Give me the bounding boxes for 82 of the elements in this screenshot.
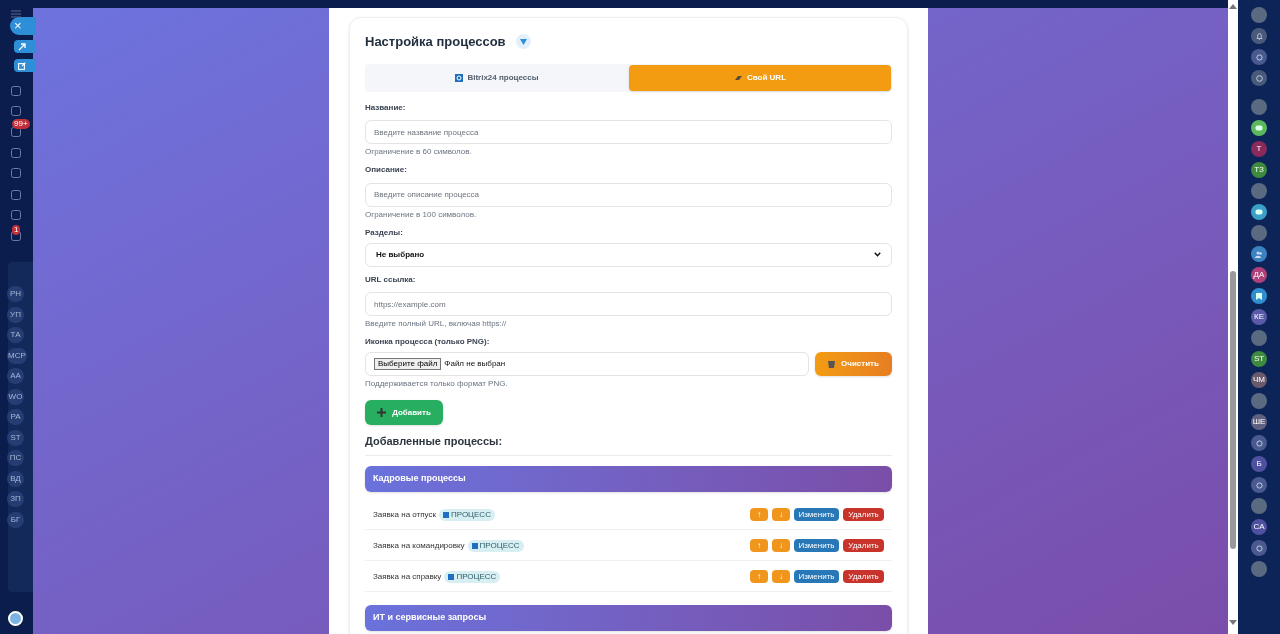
channel-avatar[interactable]	[1251, 288, 1267, 304]
section-title: Настройка процессов	[365, 33, 506, 51]
field-label: URL ссылка:	[365, 274, 417, 285]
field-label: Разделы:	[365, 227, 404, 238]
chat-avatar[interactable]	[1251, 204, 1267, 220]
input-field[interactable]: Введите описание процесса	[365, 182, 892, 207]
copy-link-button[interactable]	[14, 40, 36, 53]
field-label: Иконка процесса (только PNG):	[365, 337, 491, 347]
open-new-window-button[interactable]	[14, 59, 36, 72]
chevron-down-icon	[874, 252, 881, 257]
group-header: Кадровые процессы	[365, 466, 892, 492]
collapse-toggle[interactable]	[515, 34, 531, 50]
close-button[interactable]: ×	[10, 17, 36, 35]
notification-badge: 1	[12, 225, 21, 235]
process-tag: ПРОЦЕСС	[439, 508, 495, 521]
menu-icon[interactable]	[11, 10, 21, 18]
group-avatar[interactable]: РН	[7, 286, 24, 302]
assistant-button[interactable]	[1251, 49, 1267, 65]
chat-avatar[interactable]: ДА	[1251, 267, 1267, 283]
chat-avatar[interactable]: КЕ	[1251, 309, 1267, 325]
bell-icon	[1255, 32, 1263, 40]
bookmark-icon	[1256, 292, 1262, 300]
hint-text: Введите полный URL, включая https://	[365, 319, 508, 329]
delete-button[interactable]: Удалить	[843, 539, 884, 552]
hint-text: Ограничение в 100 символов.	[365, 209, 478, 220]
process-name: Заявка на отпуск	[373, 508, 436, 521]
group-avatar[interactable]: ТА	[7, 327, 24, 343]
tab[interactable]: Bitrix24 процессы	[366, 64, 628, 91]
dropdown[interactable]: Не выбрано	[365, 242, 892, 267]
chat-button[interactable]	[1251, 70, 1267, 86]
chat-avatar[interactable]	[1251, 120, 1267, 136]
assistant-button[interactable]	[1251, 435, 1267, 451]
edit-button[interactable]: Изменить	[794, 508, 839, 521]
chat-avatar[interactable]: ST	[1251, 351, 1267, 367]
chat-avatar[interactable]: Т	[1251, 141, 1267, 157]
people-icon	[1255, 250, 1263, 258]
caret-down-icon	[519, 38, 527, 45]
hint-text: Ограничение в 60 символов.	[365, 147, 473, 157]
chat-avatar[interactable]: ШЕ	[1251, 414, 1267, 430]
file-input[interactable]: Выберите файл Файл не выбран	[365, 352, 809, 376]
input-field[interactable]: https://example.com	[365, 292, 892, 316]
assistant-button[interactable]	[1251, 540, 1267, 556]
notification-button[interactable]	[1251, 28, 1267, 44]
chat-avatar[interactable]: ЧМ	[1251, 372, 1267, 388]
choose-file-button[interactable]: Выберите файл	[374, 358, 442, 370]
user-avatar[interactable]	[8, 611, 23, 626]
delete-button[interactable]: Удалить	[843, 570, 884, 583]
group-header: ИТ и сервисные запросы	[365, 605, 892, 631]
process-icon	[448, 573, 455, 580]
chat-avatar[interactable]: ТЗ	[1251, 162, 1267, 178]
edit-button[interactable]: Изменить	[794, 539, 839, 552]
process-icon	[443, 511, 449, 518]
speech-bubble-icon	[1255, 208, 1263, 216]
add-button[interactable]: Добавить	[365, 400, 443, 425]
process-name: Заявка на командировку	[373, 539, 465, 552]
assistant-button[interactable]	[1251, 477, 1267, 493]
file-status: Файл не выбран	[444, 358, 506, 370]
edit-button[interactable]: Изменить	[794, 570, 839, 583]
delete-button[interactable]: Удалить	[843, 508, 884, 521]
scrollbar-thumb[interactable]	[1230, 271, 1236, 549]
process-icon	[471, 542, 478, 549]
input-field[interactable]: Введите название процесса	[365, 120, 892, 144]
group-avatar[interactable]: РА	[7, 409, 24, 425]
trash-icon	[828, 360, 836, 368]
process-tag: ПРОЦЕСС	[467, 539, 524, 552]
menu-item-icon[interactable]	[11, 127, 21, 137]
field-label: Название:	[365, 102, 407, 113]
group-avatar[interactable]: ПС	[7, 450, 24, 466]
notification-badge: 99+	[12, 119, 30, 129]
group-avatar[interactable]: АА	[7, 368, 24, 384]
chat-avatar[interactable]: СА	[1251, 519, 1267, 535]
section-heading: Добавленные процессы:	[365, 434, 892, 456]
field-label: Описание:	[365, 165, 408, 175]
chat-avatar[interactable]: Б	[1251, 456, 1267, 472]
process-name: Заявка на справку	[373, 570, 442, 583]
external-link-icon	[18, 61, 26, 70]
plus-icon	[377, 408, 387, 417]
group-avatar[interactable]: ЗП	[7, 491, 24, 507]
process-tag: ПРОЦЕСС	[444, 570, 501, 583]
speech-bubble-icon	[1255, 124, 1263, 132]
hint-text: Поддерживается только формат PNG.	[365, 379, 509, 389]
group-avatar[interactable]	[1251, 246, 1267, 262]
